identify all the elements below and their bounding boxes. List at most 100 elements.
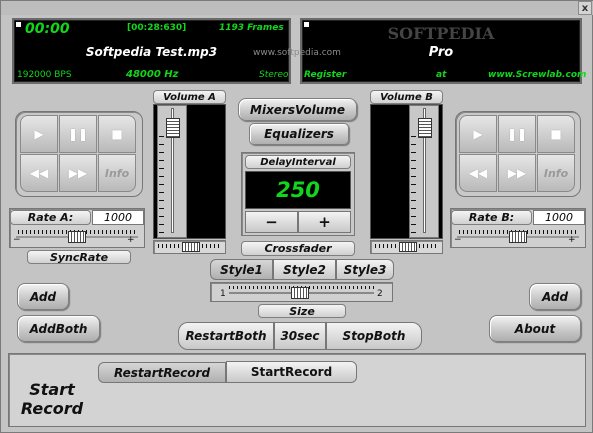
- volume-tick: [159, 152, 164, 153]
- deck-b-play-button[interactable]: ▶: [459, 115, 497, 153]
- size-max-label: 2: [377, 289, 383, 299]
- size-thumb[interactable]: [291, 287, 309, 299]
- deck-a-samplerate: 48000 Hz: [126, 69, 179, 80]
- size-slider[interactable]: 1 2: [210, 282, 393, 302]
- deck-b-site: www.Screwlab.com: [488, 70, 587, 80]
- volume-tick: [159, 160, 164, 161]
- add-both-button[interactable]: AddBoth: [17, 315, 100, 342]
- play-icon: ▶: [34, 127, 44, 141]
- volume-a-slider-thumb[interactable]: [166, 118, 180, 138]
- volume-tick: [159, 224, 164, 225]
- rewind-icon: ◀◀: [29, 166, 49, 180]
- style1-button[interactable]: Style1: [210, 259, 273, 280]
- rate-a-thumb[interactable]: [68, 231, 86, 243]
- volume-a-panel: [153, 104, 226, 239]
- mixers-volume-button[interactable]: MixersVolume: [238, 98, 357, 121]
- rate-b-thumb[interactable]: [509, 231, 527, 243]
- volume-tick: [411, 192, 416, 193]
- deck-a-info-button[interactable]: Info: [98, 154, 136, 192]
- volume-b-track: [409, 105, 439, 238]
- volume-tick: [411, 200, 416, 201]
- deck-b-at: at: [436, 70, 447, 80]
- deck-a-stop-button[interactable]: ■: [98, 115, 136, 153]
- rate-a-label: Rate A:: [10, 210, 91, 225]
- volume-tick: [159, 192, 164, 193]
- about-button[interactable]: About: [489, 315, 581, 342]
- style3-button[interactable]: Style3: [336, 259, 394, 280]
- close-button[interactable]: x: [578, 1, 592, 15]
- deck-b-rewind-button[interactable]: ◀◀: [459, 154, 497, 192]
- deck-b-transport: ▶ ❚❚ ■ ◀◀ ▶▶ Info: [455, 111, 581, 197]
- deck-a-forward-button[interactable]: ▶▶: [59, 154, 97, 192]
- fast-forward-icon: ▶▶: [507, 166, 527, 180]
- deck-a-add-button[interactable]: Add: [17, 283, 69, 310]
- deck-a-channels: Stereo: [259, 70, 289, 80]
- volume-tick: [159, 144, 164, 145]
- balance-thumb[interactable]: [182, 242, 200, 252]
- volume-b-label: Volume B: [370, 90, 443, 104]
- deck-b-info-button[interactable]: Info: [537, 154, 575, 192]
- rate-b-minus-label: −: [454, 235, 462, 245]
- display-marker: [16, 22, 21, 27]
- volume-tick: [411, 176, 416, 177]
- volume-tick: [411, 208, 416, 209]
- deck-a-play-button[interactable]: ▶: [20, 115, 58, 153]
- style2-button[interactable]: Style2: [273, 259, 336, 280]
- volume-tick: [159, 176, 164, 177]
- rate-b-value: 1000: [533, 210, 585, 225]
- syncrate-button[interactable]: SyncRate: [27, 250, 131, 264]
- deck-b-stop-button[interactable]: ■: [537, 115, 575, 153]
- rate-b-panel: Rate B: 1000 − +: [450, 208, 586, 248]
- thirty-sec-button[interactable]: 30sec: [274, 322, 326, 350]
- rate-b-label: Rate B:: [451, 210, 532, 225]
- rewind-icon: ◀◀: [468, 166, 488, 180]
- rate-a-panel: Rate A: 1000 − +: [9, 208, 145, 248]
- start-record-button[interactable]: StartRecord: [226, 361, 357, 383]
- volume-tick: [159, 168, 164, 169]
- deck-a-pause-button[interactable]: ❚❚: [59, 115, 97, 153]
- delay-plus-button[interactable]: +: [298, 211, 351, 233]
- deck-b-add-button[interactable]: Add: [529, 283, 581, 310]
- volume-tick: [159, 216, 164, 217]
- delay-minus-button[interactable]: −: [245, 211, 298, 233]
- volume-a-balance[interactable]: [153, 240, 226, 254]
- volume-tick: [411, 184, 416, 185]
- deck-b-pause-button[interactable]: ❚❚: [498, 115, 536, 153]
- start-record-title-line2: Record: [20, 399, 84, 418]
- title-bar: x: [1, 1, 593, 15]
- app-window: x 00:00 [00:28:630] 1193 Frames Softpedi…: [0, 0, 593, 433]
- volume-tick: [159, 208, 164, 209]
- volume-b-balance[interactable]: [370, 240, 443, 254]
- play-icon: ▶: [473, 127, 483, 141]
- volume-tick: [159, 232, 164, 233]
- deck-a-rewind-button[interactable]: ◀◀: [20, 154, 58, 192]
- volume-tick: [411, 224, 416, 225]
- volume-b-slider-thumb[interactable]: [418, 118, 432, 138]
- deck-b-title: Pro: [428, 45, 454, 60]
- deck-b-forward-button[interactable]: ▶▶: [498, 154, 536, 192]
- rate-b-plus-label: +: [568, 235, 576, 245]
- rate-a-minus-label: −: [13, 235, 21, 245]
- volume-tick: [411, 216, 416, 217]
- delay-interval-display: 250: [245, 171, 351, 209]
- volume-b-panel: [370, 104, 443, 239]
- watermark-url-text: www.softpedia.com: [253, 48, 341, 58]
- restart-both-button[interactable]: RestartBoth: [178, 322, 274, 350]
- rate-a-plus-label: +: [127, 235, 135, 245]
- volume-tick: [411, 136, 416, 137]
- restart-record-button[interactable]: RestartRecord: [98, 362, 226, 383]
- delay-interval-value: 250: [276, 178, 320, 202]
- stop-icon: ■: [550, 127, 562, 141]
- delay-interval-label: DelayInterval: [245, 155, 351, 169]
- equalizers-button[interactable]: Equalizers: [249, 123, 349, 145]
- deck-a-time: 00:00: [25, 21, 70, 37]
- stop-both-button[interactable]: StopBoth: [326, 322, 422, 350]
- watermark-logo: SOFTPEDIA: [387, 24, 495, 43]
- record-panel: Start Record RestartRecord StartRecord: [8, 353, 586, 427]
- balance-thumb[interactable]: [399, 242, 417, 252]
- deck-b-register: Register: [304, 70, 347, 80]
- stop-icon: ■: [111, 127, 123, 141]
- pause-icon: ❚❚: [506, 127, 528, 141]
- volume-tick: [411, 168, 416, 169]
- deck-a-filename: Softpedia Test.mp3: [85, 45, 218, 59]
